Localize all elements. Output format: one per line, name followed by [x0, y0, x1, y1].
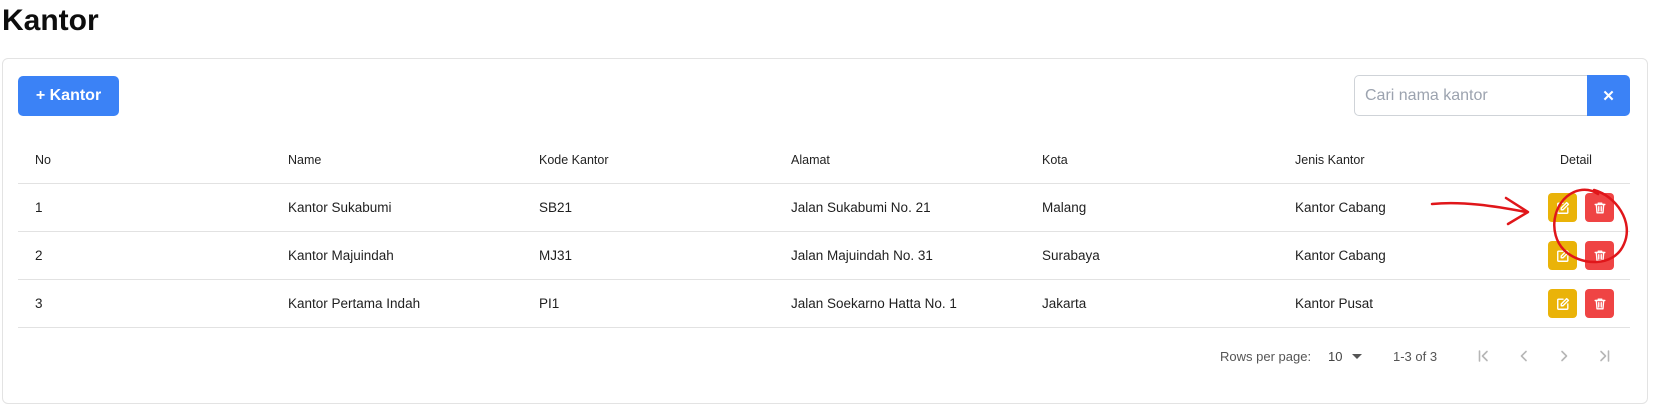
cell-name: Kantor Majuindah [288, 248, 394, 263]
first-page-button[interactable] [1472, 336, 1496, 376]
header-detail: Detail [1560, 152, 1592, 167]
header-no: No [35, 152, 51, 167]
cell-alamat: Jalan Soekarno Hatta No. 1 [791, 296, 957, 311]
cell-no: 2 [35, 248, 43, 263]
cell-alamat: Jalan Majuindah No. 31 [791, 248, 933, 263]
edit-icon [1556, 201, 1569, 214]
close-icon: ✕ [1602, 87, 1615, 105]
header-jenis-kantor: Jenis Kantor [1295, 152, 1365, 167]
header-kota: Kota [1042, 152, 1068, 167]
header-name: Name [288, 152, 322, 167]
trash-icon [1593, 201, 1606, 214]
cell-name: Kantor Sukabumi [288, 200, 392, 215]
edit-button[interactable] [1548, 193, 1577, 222]
page-title: Kantor [2, 4, 99, 37]
add-kantor-button[interactable]: + Kantor [18, 76, 119, 116]
edit-icon [1556, 297, 1569, 310]
kantor-table: No Name Kode Kantor Alamat Kota Jenis Ka… [18, 136, 1630, 328]
trash-icon [1593, 249, 1606, 262]
row-actions [1548, 232, 1614, 279]
edit-button[interactable] [1548, 241, 1577, 270]
delete-button[interactable] [1585, 241, 1614, 270]
search-input[interactable] [1354, 75, 1587, 116]
next-page-button[interactable] [1552, 336, 1576, 376]
rows-per-page-label: Rows per page: [1220, 348, 1312, 364]
cell-alamat: Jalan Sukabumi No. 21 [791, 200, 931, 215]
cell-jenis-kantor: Kantor Pusat [1295, 296, 1374, 311]
pagination: Rows per page: 10 1-3 of 3 [0, 336, 1653, 376]
header-kode-kantor: Kode Kantor [539, 152, 609, 167]
cell-jenis-kantor: Kantor Cabang [1295, 248, 1386, 263]
rows-per-page-select[interactable]: 10 [1328, 336, 1363, 376]
last-page-button[interactable] [1592, 336, 1616, 376]
edit-button[interactable] [1548, 289, 1577, 318]
chevron-down-icon [1352, 353, 1363, 359]
last-page-icon [1600, 350, 1610, 362]
cell-kode-kantor: SB21 [539, 200, 573, 215]
delete-button[interactable] [1585, 193, 1614, 222]
cell-name: Kantor Pertama Indah [288, 296, 421, 311]
chevron-right-icon [1561, 350, 1568, 362]
edit-icon [1556, 249, 1569, 262]
cell-no: 3 [35, 296, 43, 311]
cell-kota: Jakarta [1042, 296, 1087, 311]
rows-per-page-value: 10 [1328, 348, 1343, 364]
table-row: 2 Kantor Majuindah MJ31 Jalan Majuindah … [18, 232, 1630, 280]
cell-jenis-kantor: Kantor Cabang [1295, 200, 1386, 215]
row-actions [1548, 184, 1614, 231]
trash-icon [1593, 297, 1606, 310]
cell-kota: Surabaya [1042, 248, 1100, 263]
page-range: 1-3 of 3 [1393, 348, 1438, 364]
table-row: 1 Kantor Sukabumi SB21 Jalan Sukabumi No… [18, 184, 1630, 232]
header-alamat: Alamat [791, 152, 830, 167]
delete-button[interactable] [1585, 289, 1614, 318]
cell-kode-kantor: PI1 [539, 296, 560, 311]
clear-search-button[interactable]: ✕ [1587, 75, 1630, 116]
cell-kode-kantor: MJ31 [539, 248, 573, 263]
cell-kota: Malang [1042, 200, 1087, 215]
table-header-row: No Name Kode Kantor Alamat Kota Jenis Ka… [18, 136, 1630, 184]
previous-page-button[interactable] [1512, 336, 1536, 376]
first-page-icon [1478, 350, 1488, 362]
cell-no: 1 [35, 200, 43, 215]
row-actions [1548, 280, 1614, 327]
table-row: 3 Kantor Pertama Indah PI1 Jalan Soekarn… [18, 280, 1630, 328]
chevron-left-icon [1520, 350, 1527, 362]
